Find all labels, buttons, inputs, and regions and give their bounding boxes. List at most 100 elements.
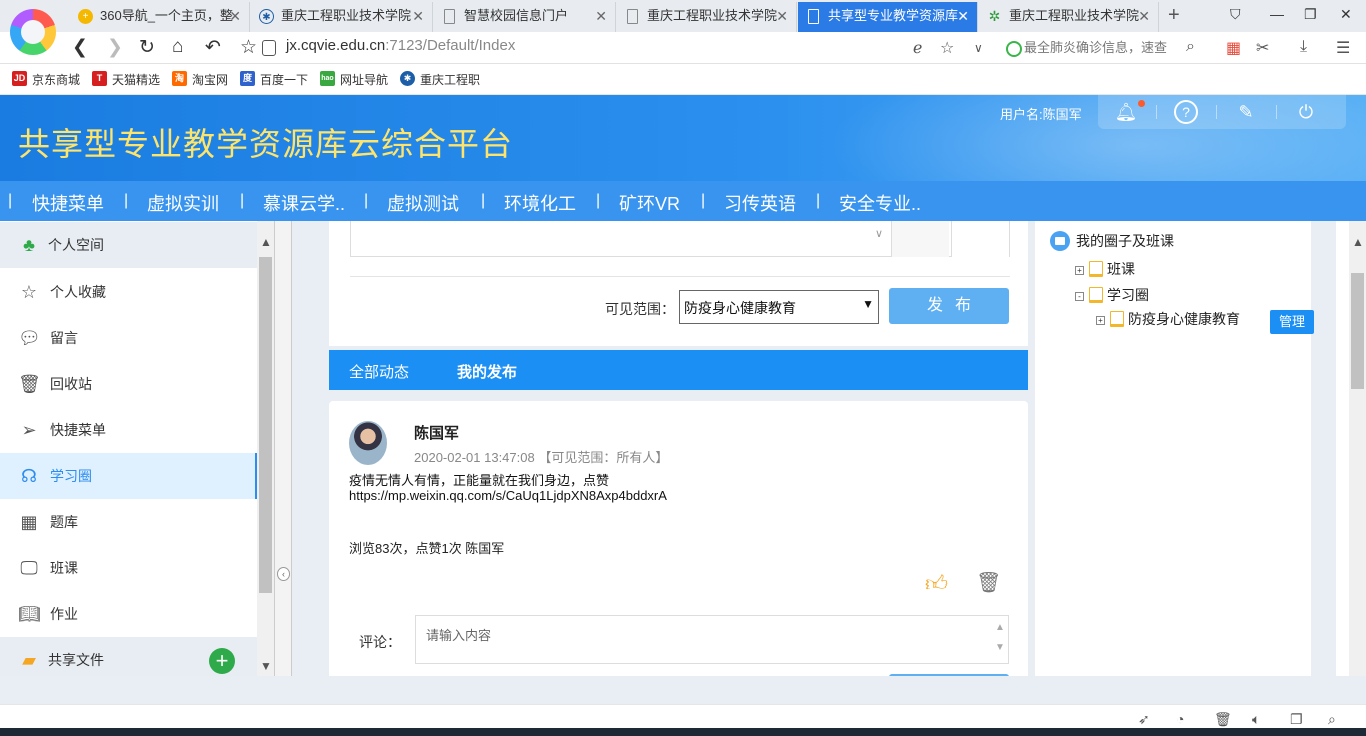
- scrollbar-thumb[interactable]: [259, 257, 272, 593]
- minimize-icon[interactable]: —: [1270, 6, 1284, 22]
- browser-logo-icon[interactable]: [10, 9, 56, 55]
- sidebar-item-favorites[interactable]: ☆ 个人收藏: [0, 269, 257, 315]
- forward-icon[interactable]: ❯: [107, 36, 123, 59]
- nav-item-shortcut-menu[interactable]: 快捷菜单: [32, 190, 104, 216]
- bookmark-item[interactable]: T 天猫精选: [92, 71, 160, 88]
- star-icon[interactable]: ☆: [240, 36, 257, 59]
- expand-icon[interactable]: +: [1096, 316, 1105, 325]
- comment-scrollbar[interactable]: ▲ ▼: [994, 618, 1006, 658]
- nav-item-english[interactable]: 习传英语: [724, 190, 796, 216]
- power-icon[interactable]: ⏻: [1294, 100, 1318, 124]
- close-icon[interactable]: ✕: [776, 2, 788, 30]
- bell-icon[interactable]: 🔔︎: [1114, 100, 1138, 124]
- download-icon[interactable]: ⤓: [1300, 38, 1307, 56]
- sidebar-item-messages[interactable]: 💬︎ 留言: [0, 315, 257, 361]
- image-upload-button[interactable]: [891, 221, 949, 257]
- post-textarea[interactable]: ∨: [350, 221, 1010, 257]
- sidebar-item-recycle-bin[interactable]: 🗑︎ 回收站: [0, 361, 257, 407]
- reload-icon[interactable]: ↻: [139, 36, 155, 59]
- sidebar-item-study-circle[interactable]: ☊ 学习圈: [0, 453, 257, 499]
- shirt-icon[interactable]: ⛉: [1230, 6, 1241, 23]
- bookmark-item[interactable]: JD 京东商城: [12, 71, 80, 88]
- scrollbar-thumb[interactable]: [1351, 273, 1364, 389]
- scope-select[interactable]: 防疫身心健康教育 ▼: [679, 290, 879, 324]
- ie-mode-icon[interactable]: ℯ: [913, 38, 922, 58]
- browser-tab-active[interactable]: 共享型专业教学资源库 ✕: [798, 2, 978, 32]
- browser-tab[interactable]: ✲ 重庆工程职业技术学院 ✕: [979, 2, 1159, 32]
- post-author[interactable]: 陈国军: [414, 422, 459, 443]
- nav-item-virtual-training[interactable]: 虚拟实训: [147, 190, 219, 216]
- add-file-button[interactable]: +: [209, 648, 235, 674]
- nav-item-mooc[interactable]: 慕课云学..: [263, 190, 345, 216]
- chevron-down-icon[interactable]: ∨: [875, 227, 883, 240]
- comment-input[interactable]: 请输入内容 ▲ ▼: [415, 615, 1009, 664]
- scroll-up-icon[interactable]: ▲: [1352, 235, 1364, 249]
- tree-node-study-circle[interactable]: 学习圈: [1089, 285, 1149, 305]
- close-icon[interactable]: ✕: [957, 2, 969, 30]
- edit-icon[interactable]: ✎: [1234, 100, 1258, 124]
- tree-root[interactable]: 我的圈子及班课: [1050, 231, 1174, 251]
- close-icon[interactable]: ✕: [229, 2, 241, 30]
- sidebar-item-homework[interactable]: 📖︎ 作业: [0, 591, 257, 637]
- sidebar-scrollbar[interactable]: ▲ ▼: [257, 221, 274, 676]
- avatar[interactable]: [349, 421, 387, 465]
- scissors-icon[interactable]: ✂: [1256, 38, 1269, 58]
- tree-node-class[interactable]: 班课: [1089, 259, 1135, 279]
- bookmark-item[interactable]: 度 百度一下: [240, 71, 308, 88]
- nav-item-env-chem[interactable]: 环境化工: [504, 190, 576, 216]
- new-tab-button[interactable]: +: [1168, 4, 1180, 27]
- chevron-down-icon[interactable]: ∨: [974, 41, 983, 55]
- close-icon[interactable]: ✕: [595, 2, 607, 30]
- collapse-icon[interactable]: ‹: [277, 567, 290, 581]
- sidebar-item-shared-files[interactable]: ▰ 共享文件 +: [0, 637, 257, 676]
- main-scrollbar[interactable]: ▲ ▼: [1349, 221, 1366, 687]
- close-window-icon[interactable]: ✕: [1340, 6, 1352, 23]
- scroll-down-icon[interactable]: ▼: [260, 659, 272, 673]
- bookmark-item[interactable]: hao 网址导航: [320, 71, 388, 88]
- browser-tab[interactable]: 智慧校园信息门户 ✕: [434, 2, 616, 32]
- trash-icon[interactable]: 🗑︎: [976, 570, 1001, 596]
- collapse-icon[interactable]: -: [1075, 292, 1084, 301]
- sidebar-item-shortcut-menu[interactable]: ➢ 快捷菜单: [0, 407, 257, 453]
- zoom-icon[interactable]: ⌕: [1328, 711, 1336, 728]
- bookmark-item[interactable]: 淘 淘宝网: [172, 71, 228, 88]
- speed-icon[interactable]: ◔: [1176, 711, 1184, 727]
- scroll-up-icon[interactable]: ▲: [260, 235, 272, 249]
- nav-item-mine-vr[interactable]: 矿环VR: [619, 190, 680, 216]
- sidebar-item-class[interactable]: 🖵︎ 班课: [0, 545, 257, 591]
- sidebar-item-question-bank[interactable]: ▦ 题库: [0, 499, 257, 545]
- tab-my-posts[interactable]: 我的发布: [457, 361, 517, 382]
- rocket-icon[interactable]: ➶: [1138, 711, 1150, 728]
- nav-item-virtual-test[interactable]: 虚拟测试: [387, 190, 459, 216]
- attach-button[interactable]: [951, 221, 1009, 257]
- apps-icon[interactable]: ▦: [1226, 38, 1241, 58]
- help-icon[interactable]: ?: [1174, 100, 1198, 124]
- site-security-icon[interactable]: [262, 40, 276, 56]
- bookmark-star-icon[interactable]: ☆: [940, 38, 954, 58]
- close-icon[interactable]: ✕: [1138, 2, 1150, 30]
- close-icon[interactable]: ✕: [412, 2, 424, 30]
- window-icon[interactable]: ❐: [1290, 711, 1303, 728]
- expand-icon[interactable]: +: [1075, 266, 1084, 275]
- url-field[interactable]: jx.cqvie.edu.cn:7123/Default/Index: [286, 37, 515, 54]
- nav-item-safety[interactable]: 安全专业..: [839, 190, 921, 216]
- sidebar-item-personal-space[interactable]: ♣ 个人空间: [0, 222, 257, 268]
- trash-icon[interactable]: 🗑︎: [1214, 711, 1232, 728]
- browser-tab[interactable]: ✱ 重庆工程职业技术学院 ✕: [251, 2, 433, 32]
- publish-button[interactable]: 发布: [889, 288, 1009, 324]
- undo-icon[interactable]: ↶: [205, 36, 221, 59]
- restore-icon[interactable]: ❐: [1304, 6, 1317, 23]
- menu-icon[interactable]: ☰: [1336, 38, 1350, 58]
- home-icon[interactable]: ⌂: [172, 36, 183, 58]
- search-input[interactable]: 最全肺炎确诊信息，速查: [1004, 37, 1192, 59]
- back-icon[interactable]: ❮: [72, 36, 88, 59]
- tree-node-epidemic-education[interactable]: 防疫身心健康教育: [1110, 309, 1240, 329]
- search-icon[interactable]: ⌕: [1186, 38, 1195, 56]
- tab-all-activity[interactable]: 全部动态: [349, 361, 409, 382]
- browser-tab[interactable]: + 360导航_一个主页，整 ✕: [70, 2, 250, 32]
- post-link[interactable]: https://mp.weixin.qq.com/s/CaUq1LjdpXN8A…: [349, 488, 1009, 503]
- volume-icon[interactable]: 🔈︎: [1252, 711, 1260, 728]
- thumbs-up-icon[interactable]: 👍︎: [925, 570, 951, 596]
- manage-button[interactable]: 管理: [1270, 310, 1314, 334]
- bookmark-item[interactable]: ✱ 重庆工程职: [400, 71, 480, 88]
